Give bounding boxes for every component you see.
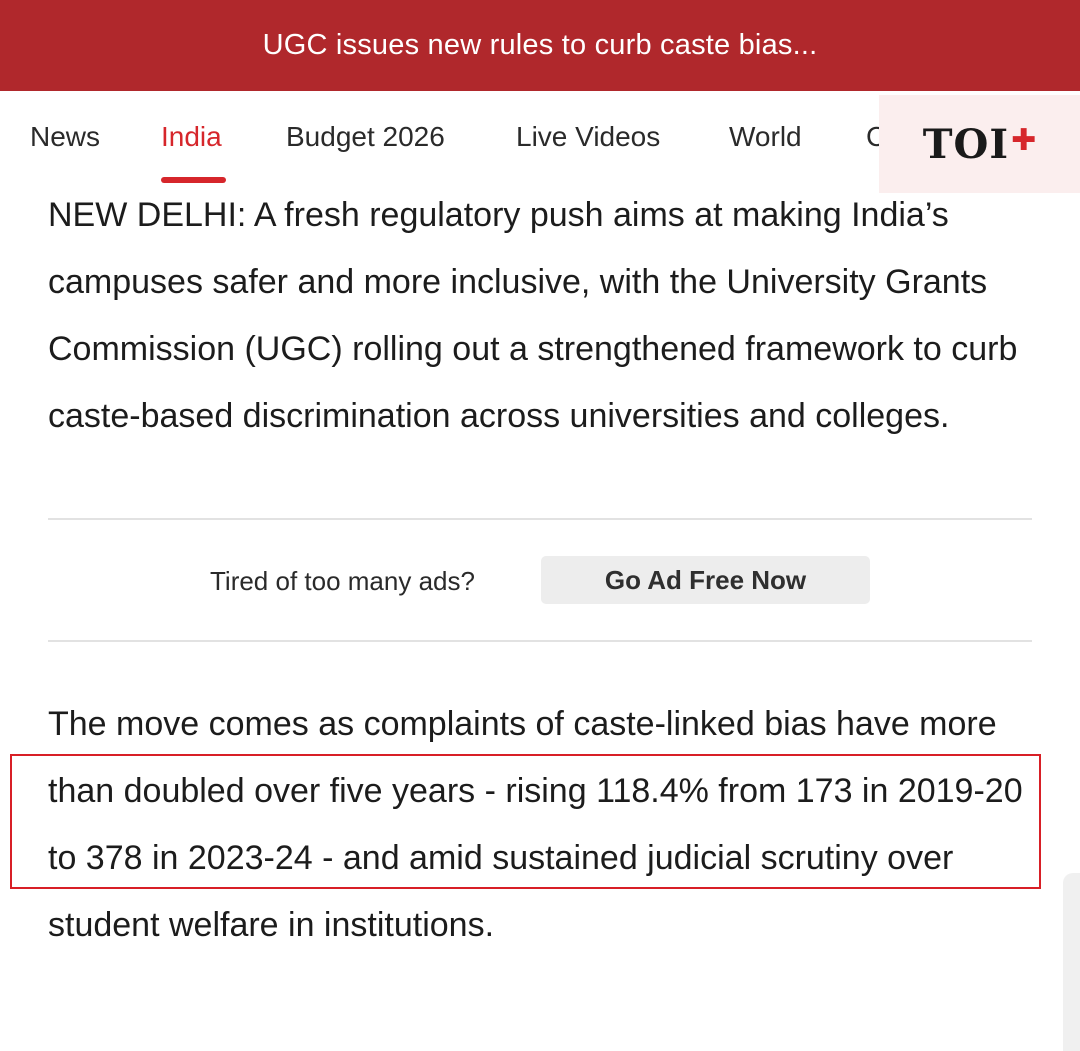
nav-item-live-videos[interactable]: Live Videos — [516, 121, 660, 153]
toi-logo: TOI — [922, 120, 1010, 168]
nav-item-world[interactable]: World — [729, 121, 802, 153]
plus-icon: ✚ — [1011, 122, 1037, 158]
nav-item-news[interactable]: News — [30, 121, 100, 153]
go-ad-free-button[interactable]: Go Ad Free Now — [541, 556, 870, 604]
article-paragraph-1: NEW DELHI: A fresh regulatory push aims … — [48, 196, 1018, 435]
ad-free-prompt: Tired of too many ads? Go Ad Free Now — [48, 556, 1032, 606]
divider-bottom — [48, 640, 1032, 642]
top-headline-banner[interactable]: UGC issues new rules to curb caste bias.… — [0, 0, 1080, 91]
article-paragraph-2: The move comes as complaints of caste-li… — [48, 705, 1023, 944]
nav-item-india[interactable]: India — [161, 121, 222, 153]
toi-plus-button[interactable]: TOI ✚ — [879, 95, 1080, 193]
nav-item-budget-2026[interactable]: Budget 2026 — [286, 121, 445, 153]
ad-prompt-text: Tired of too many ads? — [210, 566, 475, 596]
banner-headline: UGC issues new rules to curb caste bias.… — [262, 29, 818, 61]
scroll-indicator[interactable] — [1063, 873, 1080, 1051]
divider-top — [48, 518, 1032, 520]
